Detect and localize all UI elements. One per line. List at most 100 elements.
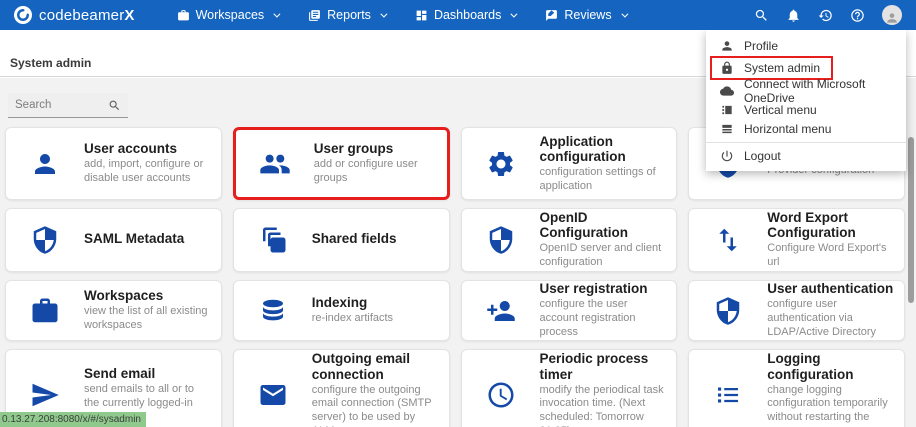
reports-icon bbox=[308, 9, 321, 22]
card-saml-metadata[interactable]: SAML Metadata bbox=[5, 208, 222, 272]
menu-item-label: Horizontal menu bbox=[744, 122, 831, 136]
menu-item-label: Connect with Microsoft OneDrive bbox=[744, 77, 892, 105]
menu-item-label: System admin bbox=[744, 61, 820, 75]
user-avatar[interactable] bbox=[882, 5, 902, 25]
send-icon bbox=[6, 380, 84, 410]
menu-label: Reviews bbox=[564, 8, 611, 22]
card-subtitle: add or configure user groups bbox=[314, 158, 437, 186]
briefcase-icon bbox=[177, 9, 190, 22]
menu-item-logout[interactable]: Logout bbox=[706, 146, 906, 165]
reviews-icon bbox=[545, 9, 558, 22]
search-field bbox=[8, 93, 128, 118]
shield-icon bbox=[462, 225, 540, 255]
card-title: Indexing bbox=[312, 295, 439, 310]
card-title: Logging configuration bbox=[767, 351, 894, 381]
card-title: Application configuration bbox=[540, 134, 667, 164]
card-title: Send email bbox=[84, 366, 211, 381]
card-title: Periodic process timer bbox=[540, 351, 667, 381]
menu-workspaces[interactable]: Workspaces bbox=[177, 8, 279, 22]
card-user-accounts[interactable]: User accounts add, import, configure or d… bbox=[5, 127, 222, 200]
dashboard-icon bbox=[415, 9, 428, 22]
shield-icon bbox=[689, 296, 767, 326]
menu-divider bbox=[706, 142, 906, 143]
search-input[interactable] bbox=[15, 99, 108, 111]
card-subtitle: re-index artifacts bbox=[312, 312, 439, 326]
menu-label: Workspaces bbox=[196, 8, 265, 22]
card-subtitle: configure user authentication via LDAP/A… bbox=[767, 298, 894, 339]
card-subtitle: change logging configuration temporarily… bbox=[767, 384, 894, 427]
card-title: User accounts bbox=[84, 141, 211, 156]
card-periodic-process-timer[interactable]: Periodic process timermodify the periodi… bbox=[461, 349, 678, 427]
menu-label: Dashboards bbox=[434, 8, 501, 22]
user-icon bbox=[6, 149, 84, 179]
brand-name: codebeamerX bbox=[39, 7, 135, 24]
page-title: System admin bbox=[10, 56, 91, 70]
menu-reviews[interactable]: Reviews bbox=[545, 8, 625, 22]
vertical-menu-icon bbox=[720, 103, 734, 117]
search-icon[interactable] bbox=[754, 8, 769, 23]
card-application-configuration[interactable]: Application configurationconfiguration s… bbox=[461, 127, 678, 200]
avatar-person-icon bbox=[885, 11, 899, 25]
card-user-authentication[interactable]: User authentication configure user authen… bbox=[688, 280, 905, 341]
notifications-icon[interactable] bbox=[786, 8, 801, 23]
envelope-icon bbox=[234, 380, 312, 410]
help-icon[interactable] bbox=[850, 8, 865, 23]
admin-cards-grid: User accounts add, import, configure or d… bbox=[5, 127, 905, 427]
menu-item-profile[interactable]: Profile bbox=[706, 36, 906, 55]
gear-icon bbox=[462, 149, 540, 179]
lock-icon bbox=[720, 61, 734, 75]
users-icon bbox=[236, 148, 314, 180]
card-title: Workspaces bbox=[84, 288, 211, 303]
import-export-icon bbox=[689, 225, 767, 255]
history-icon[interactable] bbox=[818, 8, 833, 23]
card-shared-fields[interactable]: Shared fields bbox=[233, 208, 450, 272]
menu-item-label: Vertical menu bbox=[744, 103, 817, 117]
menu-reports[interactable]: Reports bbox=[308, 8, 385, 22]
card-user-groups[interactable]: User groups add or configure user groups bbox=[233, 127, 450, 200]
card-subtitle: configuration settings of application bbox=[540, 166, 667, 194]
menu-item-label: Logout bbox=[744, 149, 781, 163]
menu-label: Reports bbox=[327, 8, 371, 22]
card-title: SAML Metadata bbox=[84, 231, 211, 246]
horizontal-menu-icon bbox=[720, 122, 734, 136]
card-title: User groups bbox=[314, 141, 437, 156]
card-workspaces[interactable]: Workspaces view the list of all existing … bbox=[5, 280, 222, 341]
power-icon bbox=[720, 149, 734, 163]
card-subtitle: view the list of all existing workspaces bbox=[84, 305, 211, 333]
chevron-down-icon bbox=[380, 10, 387, 17]
user-dropdown-menu: Profile System admin Connect with Micros… bbox=[706, 30, 906, 171]
app-logo[interactable]: codebeamerX bbox=[14, 6, 135, 24]
chevron-down-icon bbox=[621, 10, 628, 17]
card-title: Word Export Configuration bbox=[767, 210, 894, 240]
chevron-down-icon bbox=[274, 10, 281, 17]
card-user-registration[interactable]: User registrationconfigure the user acco… bbox=[461, 280, 678, 341]
navbar-actions bbox=[754, 5, 902, 25]
cloud-icon bbox=[720, 84, 734, 98]
card-title: OpenID Configuration bbox=[540, 210, 667, 240]
menu-item-onedrive[interactable]: Connect with Microsoft OneDrive bbox=[706, 81, 906, 100]
card-openid-configuration[interactable]: OpenID ConfigurationOpenID server and cl… bbox=[461, 208, 678, 272]
menu-dashboards[interactable]: Dashboards bbox=[415, 8, 515, 22]
main-menu: Workspaces Reports Dashboards Reviews bbox=[177, 8, 626, 22]
card-subtitle: add, import, configure or disable user a… bbox=[84, 158, 211, 186]
card-word-export-configuration[interactable]: Word Export ConfigurationConfigure Word … bbox=[688, 208, 905, 272]
card-title: User authentication bbox=[767, 281, 894, 296]
card-subtitle: modify the periodical task invocation ti… bbox=[540, 384, 667, 427]
profile-icon bbox=[720, 39, 734, 53]
status-url: 0.13.27.208:8080/x/#/sysadmin bbox=[0, 412, 146, 427]
clock-icon bbox=[462, 380, 540, 410]
card-indexing[interactable]: Indexing re-index artifacts bbox=[233, 280, 450, 341]
scrollbar-thumb[interactable] bbox=[908, 137, 914, 303]
card-logging-configuration[interactable]: Logging configurationchange logging conf… bbox=[688, 349, 905, 427]
layers-icon bbox=[234, 225, 312, 255]
card-title: Outgoing email connection bbox=[312, 351, 439, 381]
database-icon bbox=[234, 296, 312, 326]
card-subtitle: OpenID server and client configuration bbox=[540, 242, 667, 270]
card-title: User registration bbox=[540, 281, 667, 296]
menu-item-horizontal-menu[interactable]: Horizontal menu bbox=[706, 119, 906, 138]
search-icon[interactable] bbox=[108, 99, 121, 112]
card-title: Shared fields bbox=[312, 231, 439, 246]
menu-item-label: Profile bbox=[744, 39, 778, 53]
card-outgoing-email-connection[interactable]: Outgoing email connectionconfigure the o… bbox=[233, 349, 450, 427]
list-icon bbox=[689, 380, 767, 410]
